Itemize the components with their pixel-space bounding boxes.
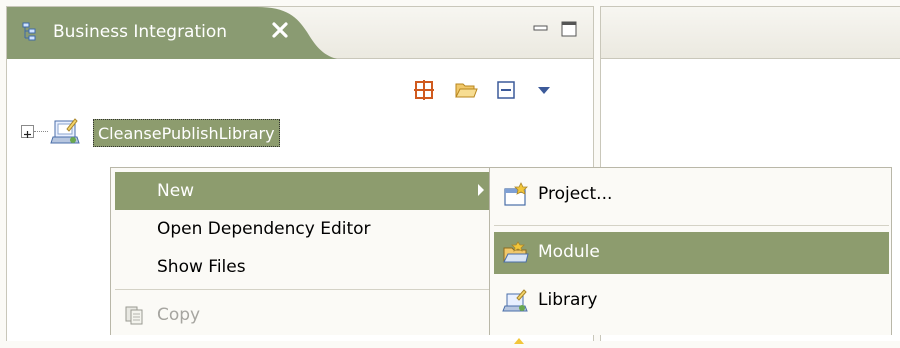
menu-item-label: Copy bbox=[157, 305, 201, 325]
menu-item-new[interactable]: New bbox=[115, 172, 492, 210]
minimize-icon[interactable] bbox=[531, 19, 551, 39]
partial-icon bbox=[510, 330, 528, 344]
maximize-icon[interactable] bbox=[559, 19, 579, 39]
submenu-item-project[interactable]: Project... bbox=[494, 174, 889, 216]
submenu-item-label: Library bbox=[538, 290, 598, 310]
library-icon bbox=[502, 288, 530, 314]
view-menu-icon[interactable] bbox=[531, 77, 557, 103]
close-icon[interactable] bbox=[269, 19, 291, 41]
open-folder-icon[interactable] bbox=[453, 77, 479, 103]
context-menu: New Open Dependency Editor Show Files Co… bbox=[110, 167, 495, 335]
submenu-item-label: Project... bbox=[538, 184, 613, 204]
menu-item-open-dependency-editor[interactable]: Open Dependency Editor bbox=[115, 210, 492, 248]
tab-business-integration[interactable]: Business Integration bbox=[7, 7, 337, 59]
menu-item-show-files[interactable]: Show Files bbox=[115, 248, 492, 286]
menu-item-label: Open Dependency Editor bbox=[157, 219, 371, 239]
grid-icon[interactable] bbox=[411, 77, 437, 103]
menu-separator bbox=[115, 289, 492, 290]
menu-item-copy[interactable]: Copy bbox=[115, 296, 492, 334]
menu-item-label: New bbox=[157, 181, 195, 201]
library-icon bbox=[49, 115, 83, 149]
submenu-separator bbox=[494, 225, 889, 226]
module-icon bbox=[502, 240, 530, 266]
tree-connector-line bbox=[34, 131, 48, 132]
collapse-all-icon[interactable] bbox=[493, 77, 519, 103]
submenu-item-module[interactable]: Module bbox=[494, 232, 889, 274]
new-submenu: Project... Module Library bbox=[489, 167, 892, 344]
submenu-item-label: Module bbox=[538, 242, 600, 262]
editor-area-header bbox=[601, 7, 900, 59]
tab-label: Business Integration bbox=[53, 22, 228, 42]
view-header: Business Integration bbox=[7, 7, 593, 59]
copy-icon bbox=[123, 304, 145, 326]
tree-item-cleanse-publish-library[interactable]: CleansePublishLibrary bbox=[93, 119, 280, 147]
menu-item-label: Show Files bbox=[157, 257, 246, 277]
tree-expand-toggle[interactable] bbox=[21, 125, 34, 138]
submenu-arrow-icon bbox=[478, 184, 484, 196]
business-integration-view-icon bbox=[21, 21, 43, 43]
submenu-item-library[interactable]: Library bbox=[494, 280, 889, 322]
new-project-icon bbox=[502, 182, 530, 208]
